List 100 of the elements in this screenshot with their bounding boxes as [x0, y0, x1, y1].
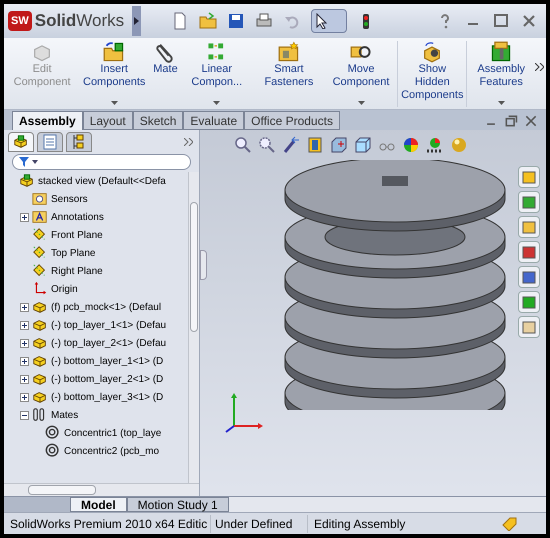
- command-tab[interactable]: Sketch: [132, 111, 184, 130]
- ribbon-button[interactable]: Insert Components: [78, 41, 150, 107]
- part-icon: [32, 299, 48, 315]
- vertical-scrollbar[interactable]: [188, 172, 199, 483]
- parts-icon[interactable]: [518, 191, 540, 213]
- menu-expander[interactable]: [132, 6, 141, 36]
- tree-item[interactable]: Annotations: [50, 210, 104, 224]
- document-icon: [43, 134, 57, 150]
- filter-field[interactable]: [12, 154, 191, 170]
- features-icon: [490, 41, 512, 63]
- command-tab[interactable]: Office Products: [244, 111, 340, 130]
- expand-toggle[interactable]: [20, 392, 29, 402]
- status-text: SolidWorks Premium 2010 x64 Editic: [9, 516, 208, 532]
- scene-icon[interactable]: [426, 136, 444, 154]
- concentric-icon: [45, 443, 61, 459]
- select-button[interactable]: [311, 9, 347, 33]
- close-icon[interactable]: [524, 114, 538, 128]
- square-icon: [521, 269, 537, 285]
- filter-icon: [19, 157, 29, 167]
- tree-item[interactable]: (f) pcb_mock<1> (Defaul: [50, 300, 162, 314]
- ribbon-button[interactable]: Show Hidden Components: [397, 41, 466, 107]
- expand-toggle[interactable]: [20, 302, 29, 312]
- square-icon: [521, 219, 537, 235]
- square-icon: [521, 294, 537, 310]
- status-text: Under Defined: [210, 514, 307, 532]
- expand-toggle[interactable]: [20, 212, 29, 222]
- expand-toggle[interactable]: [20, 320, 29, 330]
- part-icon: [32, 335, 48, 351]
- open-folder-icon[interactable]: [199, 12, 217, 30]
- ribbon-button[interactable]: Mate: [150, 41, 181, 107]
- tree-item[interactable]: Front Plane: [50, 228, 103, 242]
- library-icon[interactable]: [518, 241, 540, 263]
- tree-item[interactable]: Top Plane: [50, 246, 96, 260]
- command-tab[interactable]: Layout: [82, 111, 133, 130]
- sensor-folder-icon: [32, 191, 48, 207]
- tree-item[interactable]: (-) top_layer_1<1> (Defau: [50, 318, 166, 332]
- palette-icon[interactable]: [518, 291, 540, 313]
- ribbon-button[interactable]: Move Component: [324, 41, 398, 107]
- zoom-icon[interactable]: [258, 136, 276, 154]
- plane-icon: [32, 227, 48, 243]
- appearance-icon[interactable]: [402, 136, 420, 154]
- tree-item[interactable]: Origin: [50, 282, 78, 296]
- expand-toggle[interactable]: [20, 356, 29, 366]
- status-text: Editing Assembly: [307, 514, 417, 532]
- section-view-icon[interactable]: [306, 136, 324, 154]
- previous-view-icon[interactable]: [282, 136, 300, 154]
- caret-icon: [213, 101, 220, 105]
- annotation-folder-icon: [32, 209, 48, 225]
- collapse-toggle[interactable]: [20, 410, 29, 420]
- cube-icon[interactable]: [354, 136, 372, 154]
- origin-icon: [32, 281, 48, 297]
- ribbon-button[interactable]: Linear Compon...: [180, 41, 253, 107]
- property-tab[interactable]: [37, 132, 63, 152]
- tree-item[interactable]: (-) bottom_layer_2<1> (D: [50, 372, 164, 386]
- tree-icon: [72, 134, 86, 150]
- horizontal-scrollbar[interactable]: [4, 483, 199, 496]
- tag-icon[interactable]: [502, 516, 518, 530]
- tree-item[interactable]: Right Plane: [50, 264, 103, 278]
- model-tab[interactable]: Motion Study 1: [126, 497, 229, 512]
- view-orientation-icon[interactable]: [330, 136, 348, 154]
- command-tab[interactable]: Assembly: [12, 111, 83, 130]
- tree-item[interactable]: Concentric1 (top_laye: [63, 426, 162, 440]
- ribbon-button[interactable]: Smart Fasteners: [252, 41, 325, 107]
- expand-toggle[interactable]: [20, 374, 29, 384]
- tree-item[interactable]: Sensors: [50, 192, 88, 206]
- save-icon[interactable]: [227, 12, 245, 30]
- square-icon: [521, 244, 537, 260]
- config-tab[interactable]: [66, 132, 92, 152]
- caret-icon: [498, 101, 505, 105]
- note-icon[interactable]: [518, 316, 540, 338]
- caret-icon: [358, 101, 365, 105]
- command-tab[interactable]: Evaluate: [183, 111, 244, 130]
- part-icon: [32, 317, 48, 333]
- maximize-icon[interactable]: [492, 12, 510, 30]
- home-icon[interactable]: [518, 166, 540, 188]
- part-icon: [13, 134, 29, 150]
- tree-item[interactable]: (-) bottom_layer_3<1> (D: [50, 390, 164, 404]
- folder-icon: [103, 41, 126, 63]
- arrow-icon: [134, 17, 139, 25]
- plane-icon: [32, 245, 48, 261]
- restore-icon[interactable]: [504, 114, 518, 128]
- list-icon[interactable]: [518, 266, 540, 288]
- model-tab[interactable]: Model: [70, 497, 127, 512]
- tree-item[interactable]: Mates: [50, 408, 78, 422]
- ribbon-button[interactable]: Assembly Features: [466, 41, 535, 107]
- feature-tree-tab[interactable]: [8, 132, 34, 152]
- tree-item[interactable]: Concentric2 (pcb_mo: [63, 444, 160, 458]
- square-icon: [521, 319, 537, 335]
- cursor-icon: [316, 13, 328, 29]
- concentric-icon: [45, 425, 61, 441]
- folder-icon[interactable]: [518, 216, 540, 238]
- zoom-icon[interactable]: [234, 136, 252, 154]
- app-name: SolidWorks: [34, 10, 124, 32]
- part-icon: [19, 173, 35, 189]
- tree-item[interactable]: (-) top_layer_2<1> (Defau: [50, 336, 166, 350]
- square-icon: [521, 194, 537, 210]
- more-icon[interactable]: [535, 63, 544, 71]
- tree-item[interactable]: stacked view (Default<<Defa: [37, 174, 166, 188]
- expand-toggle[interactable]: [20, 338, 29, 348]
- tree-item[interactable]: (-) bottom_layer_1<1> (D: [50, 354, 164, 368]
